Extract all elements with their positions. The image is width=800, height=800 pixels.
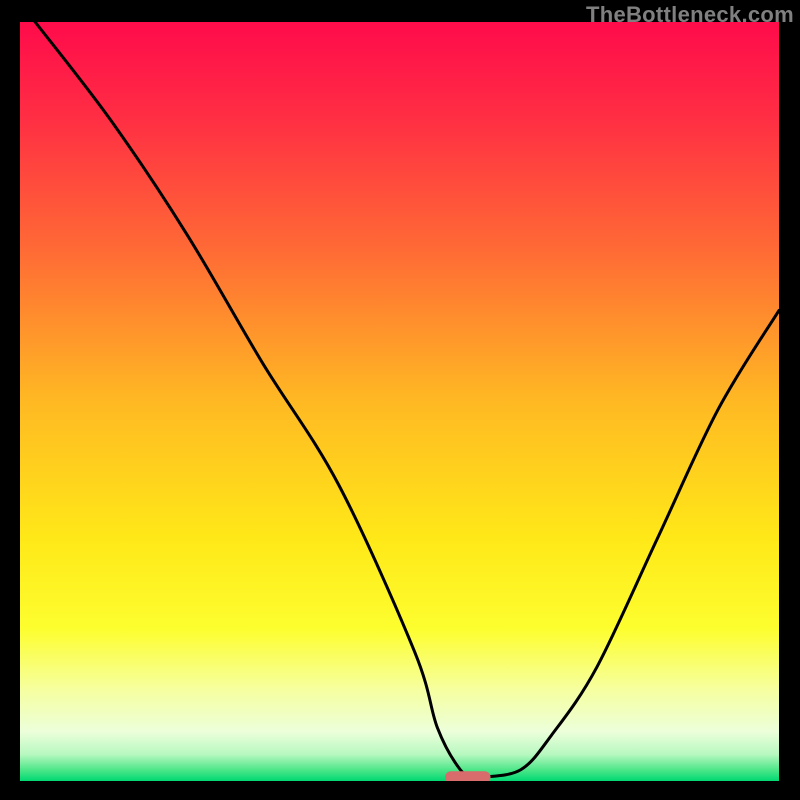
optimal-marker [445,771,491,781]
gradient-background [20,22,779,781]
chart-frame [20,22,779,781]
bottleneck-chart [20,22,779,781]
watermark-text: TheBottleneck.com [586,2,794,28]
